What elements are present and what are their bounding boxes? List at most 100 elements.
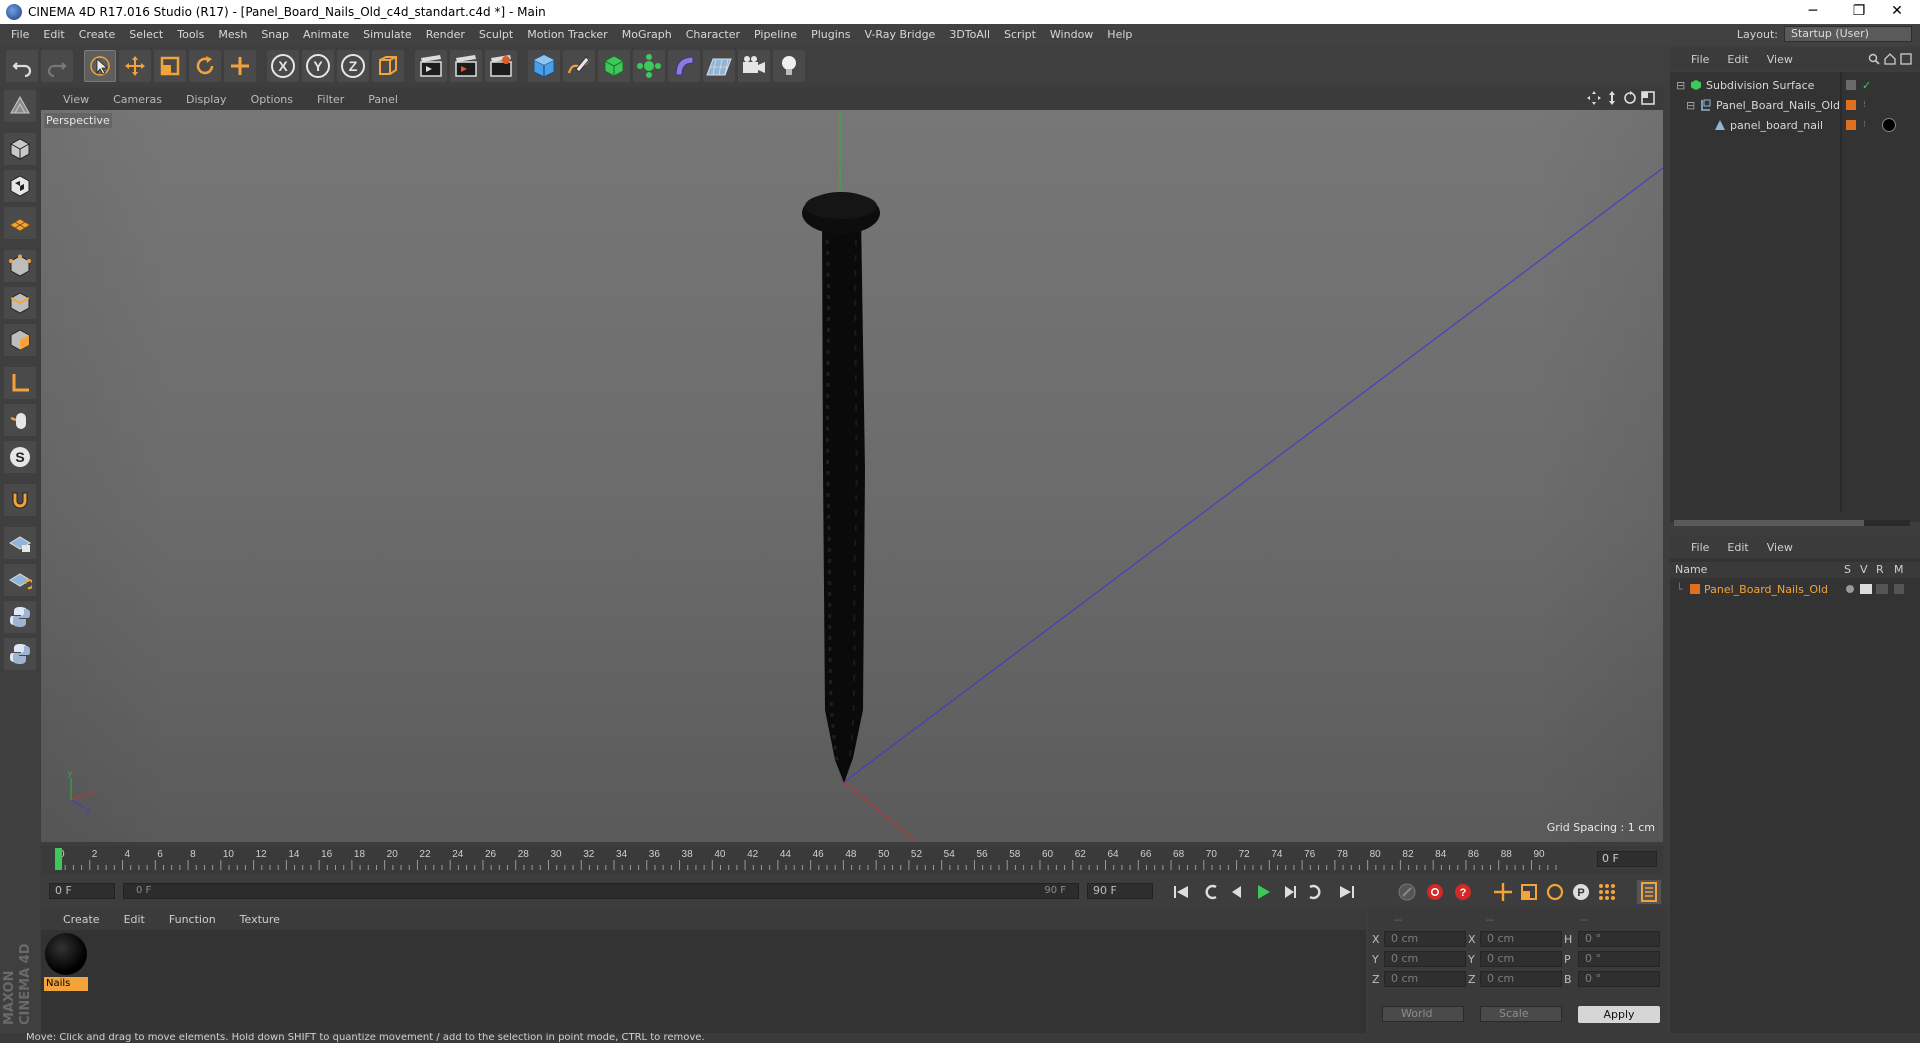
- material-menu-function[interactable]: Function: [157, 913, 228, 926]
- menu-character[interactable]: Character: [679, 24, 747, 46]
- rotate-view-icon[interactable]: [1623, 91, 1637, 105]
- zoom-view-icon[interactable]: [1605, 91, 1619, 105]
- column-name[interactable]: Name: [1675, 563, 1707, 576]
- layer-row[interactable]: └ Panel_Board_Nails_Old: [1670, 580, 1915, 598]
- material-swatch-nails[interactable]: Nails: [44, 933, 88, 991]
- home-icon[interactable]: [1884, 53, 1896, 65]
- search-icon[interactable]: [1868, 53, 1880, 65]
- next-frame-button[interactable]: [1277, 880, 1301, 904]
- menu-3dtoall[interactable]: 3DToAll: [942, 24, 997, 46]
- size-x-field[interactable]: 0 cm: [1480, 931, 1562, 947]
- viewport-menu-filter[interactable]: Filter: [305, 93, 356, 106]
- viewport-menu-panel[interactable]: Panel: [356, 93, 410, 106]
- menu-mograph[interactable]: MoGraph: [615, 24, 679, 46]
- object-menu-file[interactable]: File: [1682, 53, 1718, 66]
- go-to-start-button[interactable]: [1169, 880, 1193, 904]
- close-button[interactable]: ✕: [1874, 0, 1920, 24]
- add-nurbs-button[interactable]: [598, 50, 630, 82]
- menu-animate[interactable]: Animate: [296, 24, 356, 46]
- attribute-menu-edit[interactable]: Edit: [1718, 541, 1757, 554]
- add-camera-button[interactable]: [738, 50, 770, 82]
- menu-snap[interactable]: Snap: [254, 24, 296, 46]
- menu-pipeline[interactable]: Pipeline: [747, 24, 804, 46]
- lock-workplane-button[interactable]: [4, 527, 36, 559]
- model-mode-button[interactable]: [4, 133, 36, 165]
- polygons-mode-button[interactable]: [4, 324, 36, 356]
- magnet-tool-button[interactable]: [4, 484, 36, 516]
- maximize-view-icon[interactable]: [1641, 91, 1655, 105]
- python-script-button-2[interactable]: [4, 638, 36, 670]
- keyframe-selection-button[interactable]: ?: [1451, 880, 1475, 904]
- edges-mode-button[interactable]: [4, 287, 36, 319]
- menu-window[interactable]: Window: [1043, 24, 1100, 46]
- x-axis-lock-button[interactable]: X: [267, 50, 299, 82]
- start-frame-field[interactable]: 0 F: [49, 883, 115, 899]
- next-keyframe-button[interactable]: [1303, 880, 1327, 904]
- viewport-menu-display[interactable]: Display: [174, 93, 239, 106]
- playhead[interactable]: [55, 848, 62, 870]
- timeline-window-button[interactable]: [1637, 880, 1661, 904]
- undo-button[interactable]: [6, 50, 38, 82]
- menu-render[interactable]: Render: [419, 24, 472, 46]
- planar-workplane-button[interactable]: [4, 564, 36, 596]
- play-forward-button[interactable]: [1251, 880, 1275, 904]
- attribute-menu-view[interactable]: View: [1758, 541, 1802, 554]
- python-script-button-1[interactable]: [4, 601, 36, 633]
- size-z-field[interactable]: 0 cm: [1480, 971, 1562, 987]
- menu-simulate[interactable]: Simulate: [356, 24, 419, 46]
- visible-eye-icon[interactable]: [1860, 584, 1872, 594]
- visibility-dots-icon[interactable]: ⁝: [1863, 120, 1866, 130]
- texture-mode-button[interactable]: [4, 170, 36, 202]
- add-cube-button[interactable]: [528, 50, 560, 82]
- rotation-p-field[interactable]: 0 °: [1578, 951, 1660, 967]
- previous-frame-button[interactable]: [1225, 880, 1249, 904]
- position-z-field[interactable]: 0 cm: [1384, 971, 1466, 987]
- redo-button[interactable]: [41, 50, 73, 82]
- live-selection-tool[interactable]: [84, 50, 116, 82]
- object-row-subdivision-surface[interactable]: ⊟ Subdivision Surface ✓: [1670, 76, 1915, 94]
- attribute-menu-file[interactable]: File: [1682, 541, 1718, 554]
- go-to-end-button[interactable]: [1335, 880, 1359, 904]
- size-mode-select[interactable]: Scale: [1480, 1006, 1562, 1022]
- column-s[interactable]: S: [1844, 563, 1851, 576]
- snapping-button[interactable]: S: [4, 441, 36, 473]
- timeline-ruler[interactable]: 0246810121416182022242628303234363840424…: [41, 846, 1663, 874]
- workplane-mode-button[interactable]: [4, 207, 36, 239]
- column-m[interactable]: M: [1894, 563, 1904, 576]
- object-menu-edit[interactable]: Edit: [1718, 53, 1757, 66]
- menu-edit[interactable]: Edit: [36, 24, 71, 46]
- menu-vray-bridge[interactable]: V-Ray Bridge: [857, 24, 942, 46]
- material-tag-icon[interactable]: [1882, 118, 1896, 132]
- viewport-menu-options[interactable]: Options: [239, 93, 305, 106]
- z-axis-lock-button[interactable]: Z: [337, 50, 369, 82]
- menu-mesh[interactable]: Mesh: [211, 24, 254, 46]
- collapse-toggle-icon[interactable]: ⊟: [1676, 79, 1686, 92]
- object-horizontal-scrollbar[interactable]: [1674, 520, 1910, 526]
- column-r[interactable]: R: [1876, 563, 1884, 576]
- autokeying-button[interactable]: [1423, 880, 1447, 904]
- key-rotation-button[interactable]: [1543, 880, 1567, 904]
- tweak-mode-button[interactable]: [4, 404, 36, 436]
- render-to-picture-viewer-button[interactable]: [450, 50, 482, 82]
- add-light-button[interactable]: [773, 50, 805, 82]
- perspective-viewport[interactable]: y x z Perspective Grid Spacing : 1 cm: [41, 110, 1663, 842]
- menu-select[interactable]: Select: [122, 24, 170, 46]
- pan-view-icon[interactable]: [1587, 91, 1601, 105]
- manager-toggle-icon[interactable]: [1894, 584, 1904, 594]
- render-toggle-icon[interactable]: [1876, 584, 1888, 594]
- previous-keyframe-button[interactable]: [1199, 880, 1223, 904]
- record-keys-button[interactable]: [1395, 880, 1419, 904]
- material-menu-texture[interactable]: Texture: [228, 913, 292, 926]
- key-scale-button[interactable]: [1517, 880, 1541, 904]
- y-axis-lock-button[interactable]: Y: [302, 50, 334, 82]
- solo-dot-icon[interactable]: [1846, 585, 1854, 593]
- menu-motion-tracker[interactable]: Motion Tracker: [520, 24, 614, 46]
- coordinate-system-button[interactable]: [372, 50, 404, 82]
- key-point-level-button[interactable]: [1595, 880, 1619, 904]
- rotation-h-field[interactable]: 0 °: [1578, 931, 1660, 947]
- key-position-button[interactable]: [1491, 880, 1515, 904]
- position-x-field[interactable]: 0 cm: [1384, 931, 1466, 947]
- menu-create[interactable]: Create: [72, 24, 123, 46]
- axis-mode-button[interactable]: [4, 367, 36, 399]
- rotate-tool[interactable]: [189, 50, 221, 82]
